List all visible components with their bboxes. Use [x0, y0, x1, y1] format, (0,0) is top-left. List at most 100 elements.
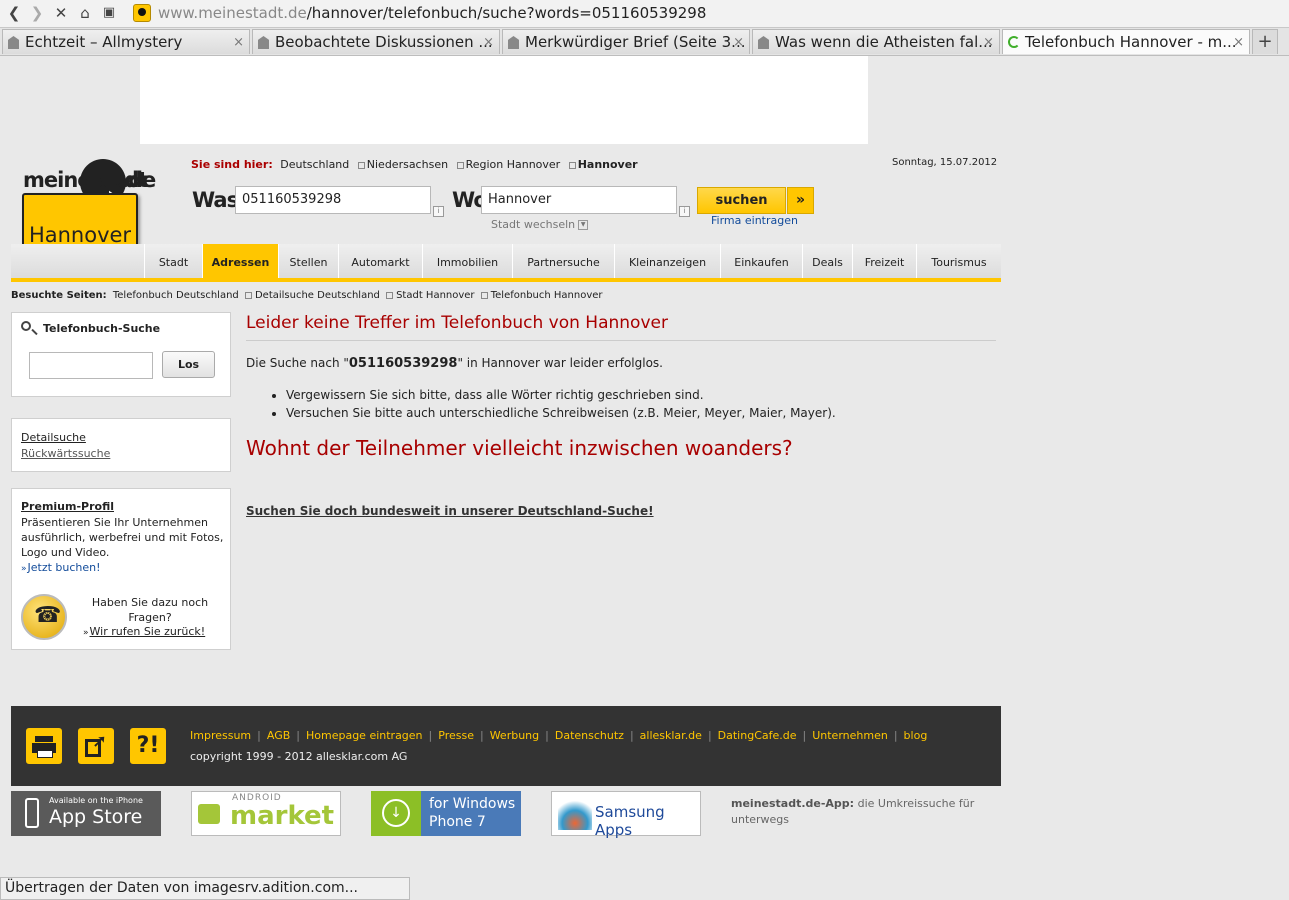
android-market-badge[interactable]: ANDROID market: [191, 791, 341, 836]
nav-automarkt[interactable]: Automarkt: [338, 244, 422, 278]
tip-item: Versuchen Sie bitte auch unterschiedlich…: [286, 404, 836, 422]
nav-immobilien[interactable]: Immobilien: [422, 244, 512, 278]
back-icon[interactable]: ❮: [4, 4, 24, 22]
visited-label: Besuchte Seiten:: [11, 290, 107, 301]
copyright: copyright 1999 - 2012 allesklar.com AG: [190, 750, 408, 763]
search-button[interactable]: suchen: [697, 187, 786, 214]
new-tab-button[interactable]: +: [1252, 29, 1278, 54]
separator-icon: [480, 291, 488, 299]
tab-label: Telefonbuch Hannover - m...: [1025, 33, 1237, 51]
nav-freizeit[interactable]: Freizeit: [852, 244, 916, 278]
footer-homepage-eintragen[interactable]: Homepage eintragen: [306, 729, 423, 742]
firma-eintragen-link[interactable]: Firma eintragen: [711, 214, 798, 227]
bookmark-icon[interactable]: ▣: [99, 4, 119, 22]
url-domain: www.meinestadt.de: [158, 4, 307, 22]
tab-telefonbuch-hannover[interactable]: Telefonbuch Hannover - m... ×: [1002, 29, 1250, 54]
url-field[interactable]: www.meinestadt.de/hannover/telefonbuch/s…: [158, 4, 706, 23]
windows-phone-badge[interactable]: ↓ for Windows Phone 7: [371, 791, 521, 836]
nav-partnersuche[interactable]: Partnersuche: [512, 244, 614, 278]
samsung-apps-badge[interactable]: Samsung Apps: [551, 791, 701, 839]
tab-label: Echtzeit – Allmystery: [25, 33, 183, 51]
visited-telefonbuch-deutschland[interactable]: Telefonbuch Deutschland: [113, 290, 239, 301]
separator-icon: [568, 161, 576, 169]
nav-deals[interactable]: Deals: [802, 244, 852, 278]
footer-datingcafe[interactable]: DatingCafe.de: [718, 729, 797, 742]
premium-profil-link[interactable]: Premium-Profil: [21, 500, 114, 513]
wo-input[interactable]: Hannover: [481, 186, 677, 214]
nav-kleinanzeigen[interactable]: Kleinanzeigen: [614, 244, 720, 278]
nav-adressen[interactable]: Adressen: [202, 244, 278, 278]
visited-stadt-hannover[interactable]: Stadt Hannover: [396, 290, 474, 301]
tab-merkwuerdiger-brief[interactable]: Merkwürdiger Brief (Seite 3... ×: [502, 29, 750, 54]
footer-links: Impressum | AGB | Homepage eintragen | Presse |…: [190, 729, 928, 742]
premium-description: Präsentieren Sie Ihr Unternehmen ausführ…: [21, 516, 224, 559]
nav-tourismus[interactable]: Tourismus: [916, 244, 1001, 278]
stop-icon[interactable]: ✕: [51, 4, 71, 22]
was-input[interactable]: 051160539298: [235, 186, 431, 214]
close-icon[interactable]: ×: [733, 30, 744, 54]
separator-icon: [456, 161, 464, 169]
close-icon[interactable]: ×: [1233, 30, 1244, 54]
info-icon[interactable]: i: [679, 206, 690, 217]
message-suffix: " in Hannover war leider erfolglos.: [457, 356, 663, 370]
tab-beobachtete-diskussionen[interactable]: Beobachtete Diskussionen ... ×: [252, 29, 500, 54]
footer-datenschutz[interactable]: Datenschutz: [555, 729, 624, 742]
loading-spinner-icon: [1008, 36, 1020, 48]
breadcrumb-label: Sie sind hier:: [191, 158, 273, 171]
footer-blog[interactable]: blog: [904, 729, 928, 742]
info-icon[interactable]: i: [433, 206, 444, 217]
search-term: 051160539298: [348, 356, 458, 371]
windows-line1: for Windows: [429, 796, 516, 812]
footer-impressum[interactable]: Impressum: [190, 729, 251, 742]
jetzt-buchen-link[interactable]: »Jetzt buchen!: [21, 561, 101, 574]
tab-label: Beobachtete Diskussionen ...: [275, 33, 493, 51]
footer-agb[interactable]: AGB: [267, 729, 290, 742]
divider: [246, 340, 996, 341]
breadcrumb-region-hannover[interactable]: Region Hannover: [466, 158, 561, 171]
footer-werbung[interactable]: Werbung: [490, 729, 539, 742]
breadcrumb-hannover[interactable]: Hannover: [578, 158, 638, 171]
app-store-badge[interactable]: Available on the iPhone App Store: [11, 791, 161, 836]
stadt-wechseln-toggle[interactable]: Stadt wechseln ▼: [491, 218, 589, 231]
visited-pages: Besuchte Seiten: Telefonbuch Deutschland…: [11, 290, 606, 301]
nav-stadt[interactable]: Stadt: [144, 244, 202, 278]
nav-einkaufen[interactable]: Einkaufen: [720, 244, 802, 278]
callback-link[interactable]: »Wir rufen Sie zurück!: [83, 625, 205, 638]
samsung-label: Samsung Apps: [595, 803, 665, 839]
forward-icon[interactable]: ❯: [27, 4, 47, 22]
site-favicon-icon: [133, 4, 151, 22]
close-icon[interactable]: ×: [983, 30, 994, 54]
tab-allmystery-echtzeit[interactable]: Echtzeit – Allmystery ×: [2, 29, 250, 54]
share-icon[interactable]: ➚: [78, 728, 114, 764]
close-icon[interactable]: ×: [233, 30, 244, 54]
home-icon[interactable]: ⌂: [75, 4, 95, 22]
nav-stellen[interactable]: Stellen: [278, 244, 338, 278]
telefonbuch-suche-title: Telefonbuch-Suche: [43, 322, 161, 335]
double-arrow-icon[interactable]: »: [787, 187, 814, 214]
los-button[interactable]: Los: [162, 351, 215, 378]
print-icon[interactable]: [26, 728, 62, 764]
deutschland-suche-link[interactable]: Suchen Sie doch bundesweit in unserer De…: [246, 504, 654, 518]
breadcrumb-niedersachsen[interactable]: Niedersachsen: [367, 158, 448, 171]
rueckwaertssuche-link[interactable]: Rückwärtssuche: [21, 447, 110, 460]
telefonbuch-search-input[interactable]: [29, 352, 153, 379]
close-icon[interactable]: ×: [483, 30, 494, 54]
footer-allesklar[interactable]: allesklar.de: [640, 729, 702, 742]
page-icon: [758, 36, 769, 49]
visited-telefonbuch-hannover[interactable]: Telefonbuch Hannover: [491, 290, 603, 301]
stadt-wechseln-label: Stadt wechseln: [491, 218, 576, 231]
visited-detailsuche-deutschland[interactable]: Detailsuche Deutschland: [255, 290, 380, 301]
moved-heading: Wohnt der Teilnehmer vielleicht inzwisch…: [246, 436, 793, 460]
page-icon: [8, 36, 19, 49]
footer-presse[interactable]: Presse: [438, 729, 474, 742]
search-icon: [21, 321, 31, 331]
help-icon[interactable]: ?!: [130, 728, 166, 764]
iphone-icon: [25, 798, 39, 828]
breadcrumb-deutschland[interactable]: Deutschland: [280, 158, 349, 171]
footer-unternehmen[interactable]: Unternehmen: [812, 729, 888, 742]
windows-line2: Phone 7: [429, 814, 486, 830]
tab-atheisten[interactable]: Was wenn die Atheisten fal... ×: [752, 29, 1000, 54]
app-store-big: App Store: [49, 806, 143, 828]
detailsuche-link[interactable]: Detailsuche: [21, 431, 86, 444]
browser-toolbar: ❮ ❯ ✕ ⌂ ▣ www.meinestadt.de/hannover/tel…: [0, 0, 1289, 28]
